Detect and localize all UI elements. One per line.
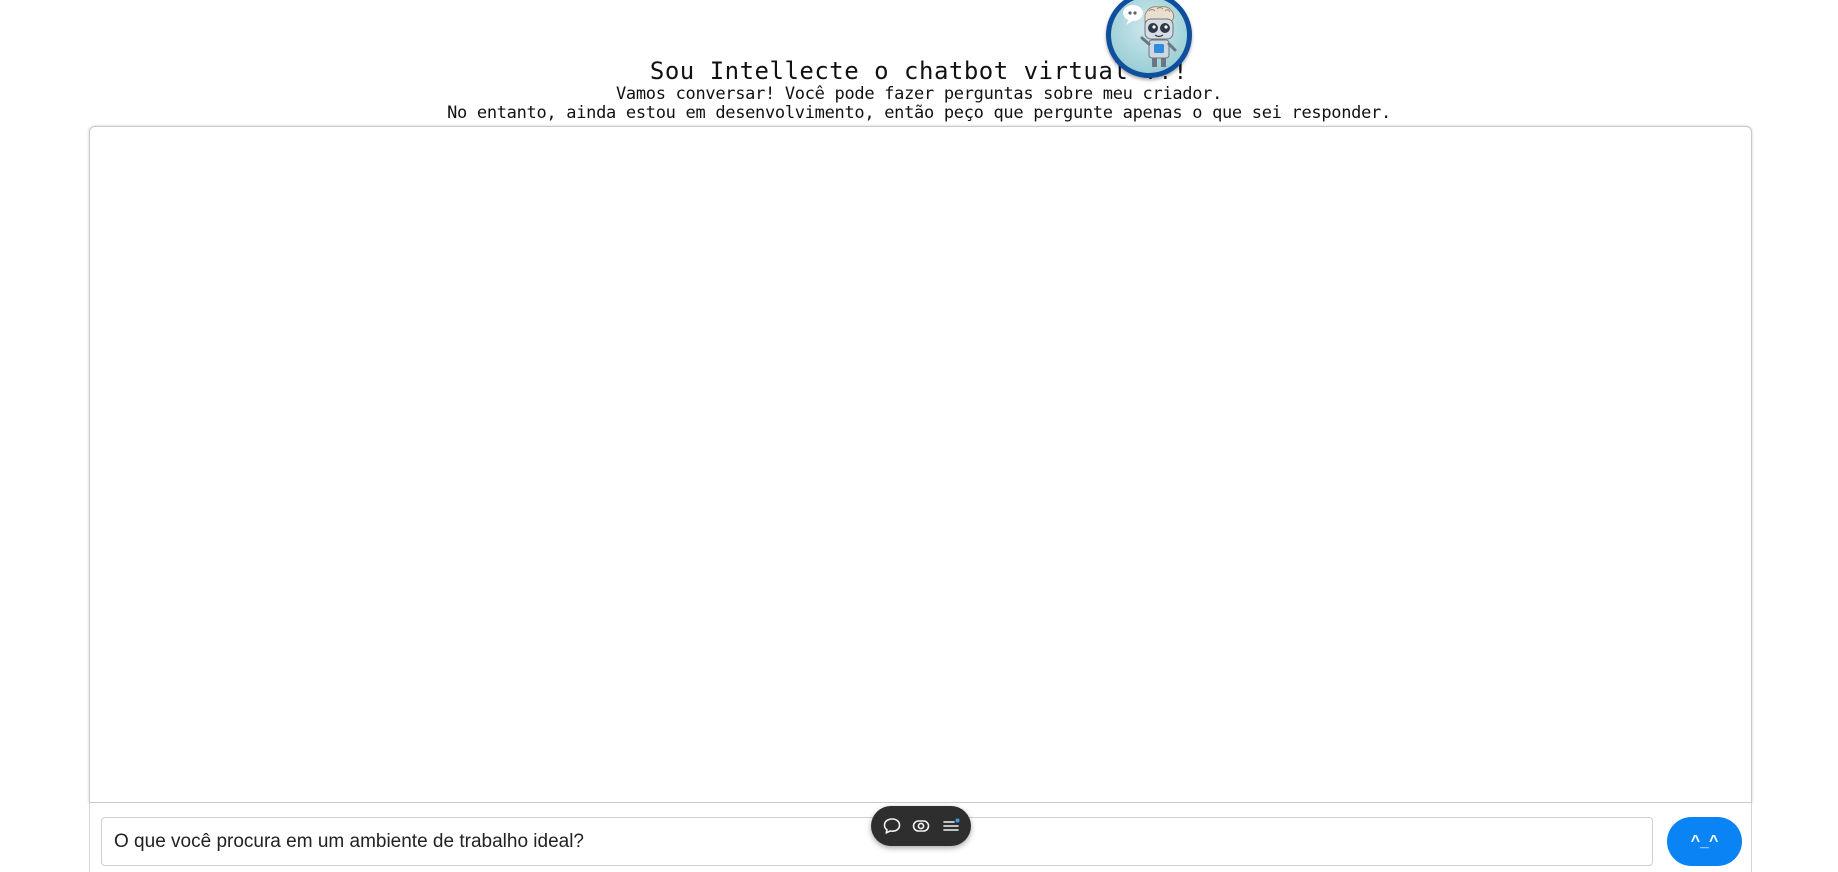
send-button[interactable]: ^_^ — [1667, 817, 1742, 866]
eye-icon[interactable] — [911, 816, 931, 836]
chatbot-page: Sou Intellecte o chatbot virtual !!! Vam… — [0, 0, 1838, 872]
page-title: Sou Intellecte o chatbot virtual !!! — [649, 57, 1189, 85]
subtitle-line-1: Vamos conversar! Você pode fazer pergunt… — [615, 84, 1223, 104]
chat-messages-area[interactable] — [89, 126, 1752, 803]
chat-bubble-icon[interactable] — [882, 816, 902, 836]
list-icon[interactable] — [941, 816, 961, 836]
header: Sou Intellecte o chatbot virtual !!! Vam… — [0, 0, 1838, 126]
subtitle-line-2: No entanto, ainda estou em desenvolvimen… — [447, 103, 1391, 123]
floating-toolbar — [871, 806, 971, 846]
